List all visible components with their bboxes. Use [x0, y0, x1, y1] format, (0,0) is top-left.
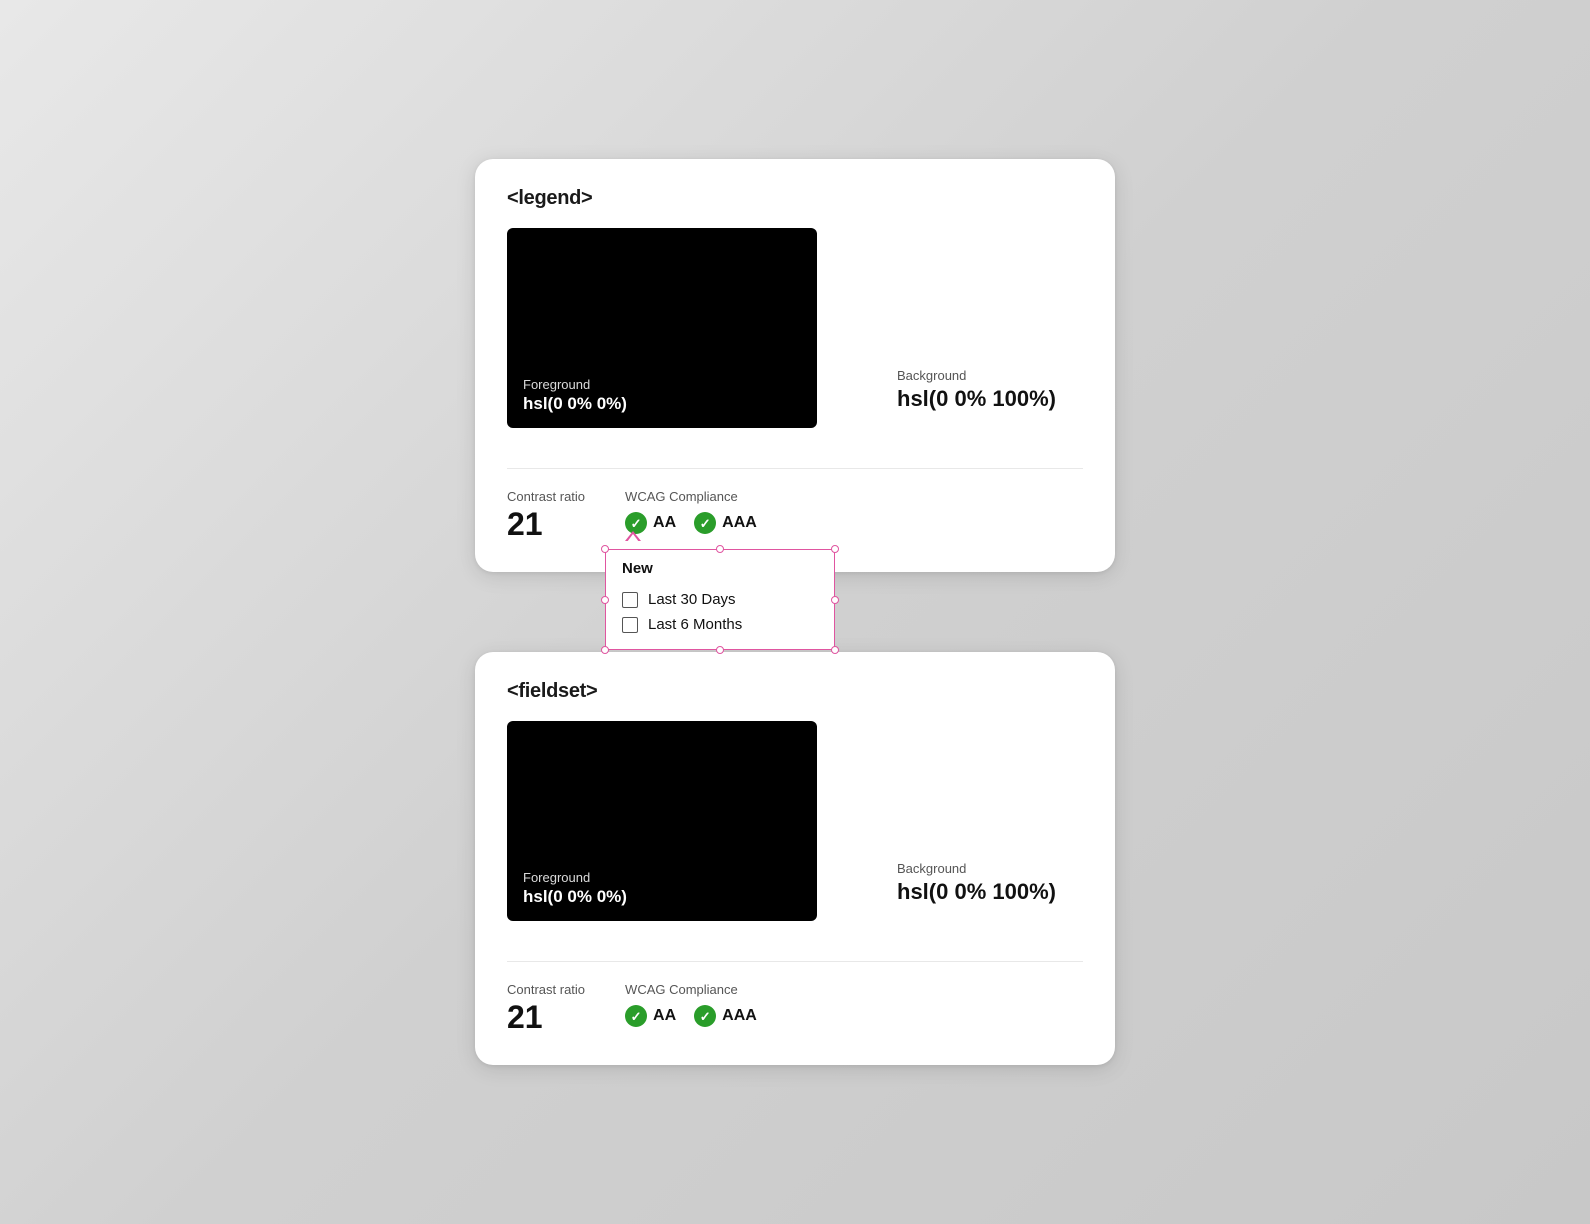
fieldset-aa-check-icon	[625, 1005, 647, 1027]
legend-aaa-check-icon	[694, 512, 716, 534]
fieldset-background-info: Background hsl(0 0% 100%)	[897, 861, 1056, 905]
dropdown-title: New	[620, 560, 820, 577]
legend-contrast-block: Contrast ratio 21	[507, 489, 585, 540]
legend-card-title: <legend>	[507, 187, 1083, 210]
legend-color-info-row: Foreground hsl(0 0% 0%) Background hsl(0…	[507, 228, 1083, 448]
legend-card: <legend> Foreground hsl(0 0% 0%) Backgro…	[475, 159, 1115, 572]
legend-wcag-label: WCAG Compliance	[625, 489, 757, 504]
fieldset-aaa-badge: AAA	[694, 1005, 757, 1027]
fieldset-color-preview: Foreground hsl(0 0% 0%)	[507, 721, 817, 921]
fieldset-foreground-info: Foreground hsl(0 0% 0%)	[523, 870, 627, 907]
legend-color-preview: Foreground hsl(0 0% 0%)	[507, 228, 817, 428]
dropdown-item-2[interactable]: Last 6 Months	[620, 612, 820, 637]
fieldset-aa-badge: AA	[625, 1005, 676, 1027]
legend-background-info: Background hsl(0 0% 100%)	[897, 368, 1056, 412]
cards-container: <legend> Foreground hsl(0 0% 0%) Backgro…	[475, 159, 1115, 1065]
fieldset-compliance-badges: AA AAA	[625, 1005, 757, 1027]
handle-rm[interactable]	[831, 596, 839, 604]
dropdown-item-2-label: Last 6 Months	[648, 616, 742, 633]
legend-stats-row: Contrast ratio 21 WCAG Compliance AA AAA	[507, 489, 1083, 540]
dropdown-item-1-label: Last 30 Days	[648, 591, 736, 608]
handle-bm[interactable]	[716, 646, 724, 654]
handle-tm[interactable]	[716, 545, 724, 553]
dropdown-checkbox-1[interactable]	[622, 592, 638, 608]
legend-foreground-label: Foreground	[523, 377, 627, 392]
floating-dropdown-overlay: New Last 30 Days Last 6 Months	[605, 549, 835, 650]
legend-aa-label: AA	[653, 514, 676, 532]
legend-divider	[507, 468, 1083, 469]
legend-compliance-block: WCAG Compliance AA AAA	[625, 489, 757, 534]
legend-background-value: hsl(0 0% 100%)	[897, 386, 1056, 412]
legend-background-label: Background	[897, 368, 1056, 383]
fieldset-contrast-block: Contrast ratio 21	[507, 982, 585, 1033]
fieldset-wcag-label: WCAG Compliance	[625, 982, 757, 997]
fieldset-aaa-check-icon	[694, 1005, 716, 1027]
handle-tl[interactable]	[601, 545, 609, 553]
legend-contrast-value: 21	[507, 508, 585, 540]
fieldset-contrast-value: 21	[507, 1001, 585, 1033]
dropdown-checkbox-2[interactable]	[622, 617, 638, 633]
dropdown-item-1[interactable]: Last 30 Days	[620, 587, 820, 612]
handle-lm[interactable]	[601, 596, 609, 604]
legend-foreground-info: Foreground hsl(0 0% 0%)	[523, 377, 627, 414]
fieldset-compliance-block: WCAG Compliance AA AAA	[625, 982, 757, 1027]
fieldset-contrast-label: Contrast ratio	[507, 982, 585, 997]
fieldset-card-title: <fieldset>	[507, 680, 1083, 703]
fieldset-aaa-label: AAA	[722, 1007, 757, 1025]
fieldset-background-value: hsl(0 0% 100%)	[897, 879, 1056, 905]
fieldset-foreground-label: Foreground	[523, 870, 627, 885]
fieldset-card: <fieldset> Foreground hsl(0 0% 0%) Backg…	[475, 652, 1115, 1065]
legend-foreground-value: hsl(0 0% 0%)	[523, 394, 627, 414]
fieldset-color-info-row: Foreground hsl(0 0% 0%) Background hsl(0…	[507, 721, 1083, 941]
fieldset-divider	[507, 961, 1083, 962]
handle-br[interactable]	[831, 646, 839, 654]
fieldset-background-label: Background	[897, 861, 1056, 876]
fieldset-aa-label: AA	[653, 1007, 676, 1025]
legend-aaa-badge: AAA	[694, 512, 757, 534]
handle-tr[interactable]	[831, 545, 839, 553]
fieldset-foreground-value: hsl(0 0% 0%)	[523, 887, 627, 907]
handle-bl[interactable]	[601, 646, 609, 654]
selection-box: New Last 30 Days Last 6 Months	[605, 549, 835, 650]
legend-compliance-badges: AA AAA	[625, 512, 757, 534]
tooltip-arrow-inner	[627, 534, 639, 542]
legend-aaa-label: AAA	[722, 514, 757, 532]
fieldset-stats-row: Contrast ratio 21 WCAG Compliance AA AAA	[507, 982, 1083, 1033]
legend-contrast-label: Contrast ratio	[507, 489, 585, 504]
